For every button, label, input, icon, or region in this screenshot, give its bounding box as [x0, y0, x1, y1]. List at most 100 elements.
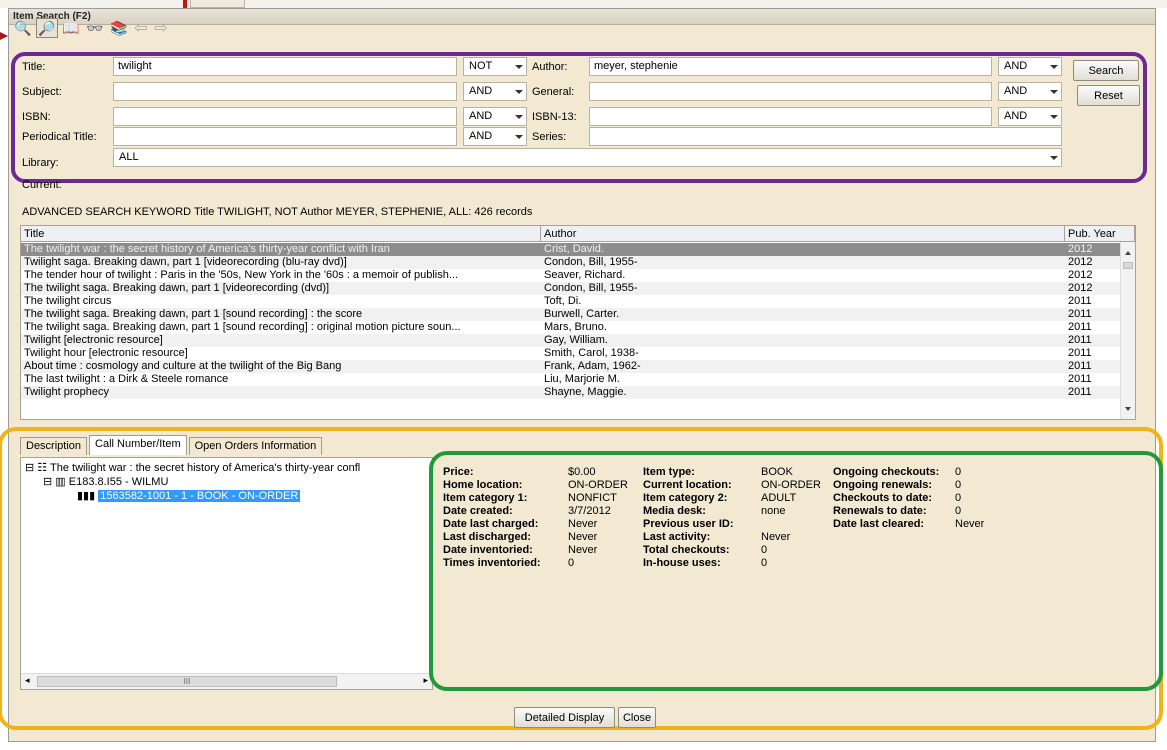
detail-value: 0: [955, 492, 962, 504]
detail-value: 0: [955, 479, 962, 491]
back-arrow-icon[interactable]: ⇦: [132, 18, 150, 38]
table-row[interactable]: About time : cosmology and culture at th…: [21, 360, 1121, 373]
detail-value: 0: [761, 544, 768, 556]
cell-year: 2011: [1068, 321, 1092, 333]
detail-value: 0: [568, 557, 575, 569]
isbn13-operator-select[interactable]: AND: [998, 107, 1062, 126]
detail-key: Date inventoried:: [443, 544, 533, 556]
tab-description[interactable]: Description: [20, 437, 88, 455]
tree-item[interactable]: ▮▮▮ 1563582-1001 - 1 - BOOK - ON-ORDER: [77, 489, 301, 502]
chevron-down-icon: [515, 65, 523, 69]
forward-arrow-icon[interactable]: ⇨: [152, 18, 170, 38]
author-operator-select[interactable]: AND: [998, 57, 1062, 76]
column-header-pub-year[interactable]: Pub. Year: [1065, 226, 1135, 242]
series-input[interactable]: [589, 127, 1062, 146]
isbn-operator-select[interactable]: AND: [463, 107, 527, 126]
isbn-label: ISBN:: [22, 111, 51, 123]
tree-call-number-label: E183.8.I55 - WILMU: [68, 476, 169, 488]
cell-title: Twilight hour [electronic resource]: [24, 347, 188, 359]
title-operator-value: NOT: [469, 60, 493, 72]
advanced-search-tool-icon[interactable]: 🔍: [12, 18, 34, 38]
detail-key: Media desk:: [643, 505, 706, 517]
back-glyph: ⇦: [134, 20, 148, 37]
cell-title: The twilight saga. Breaking dawn, part 1…: [24, 321, 461, 333]
browse-glyph: 📚: [110, 19, 128, 36]
table-row[interactable]: Twilight [electronic resource] Gay, Willi…: [21, 334, 1121, 347]
tree-call-number[interactable]: ⊟ ▥ E183.8.I55 - WILMU: [43, 475, 168, 488]
table-row[interactable]: The twilight saga. Breaking dawn, part 1…: [21, 282, 1121, 295]
chevron-down-icon: [1050, 115, 1058, 119]
browse-icon[interactable]: 📚: [108, 18, 130, 38]
detail-key: Total checkouts:: [643, 544, 730, 556]
scroll-up-icon[interactable]: [1125, 251, 1131, 255]
cell-author: Seaver, Richard.: [544, 269, 626, 281]
glasses-icon[interactable]: 👓: [84, 18, 106, 38]
detail-value: $0.00: [568, 466, 596, 478]
reset-button[interactable]: Reset: [1077, 85, 1140, 106]
subject-input[interactable]: [113, 82, 457, 101]
scroll-down-icon[interactable]: [1125, 407, 1131, 411]
table-row[interactable]: The twilight saga. Breaking dawn, part 1…: [21, 308, 1121, 321]
detail-key: In-house uses:: [643, 557, 721, 569]
table-row[interactable]: The twilight saga. Breaking dawn, part 1…: [21, 321, 1121, 334]
detailed-display-button[interactable]: Detailed Display: [514, 707, 615, 728]
binoculars-icon[interactable]: 🔎: [36, 18, 58, 38]
title-operator-select[interactable]: NOT: [463, 57, 527, 76]
isbn13-input[interactable]: [589, 107, 992, 126]
subject-label: Subject:: [22, 86, 62, 98]
table-row[interactable]: The tender hour of twilight : Paris in t…: [21, 269, 1121, 282]
library-label: Library:: [22, 157, 59, 169]
periodical-operator-select[interactable]: AND: [463, 127, 527, 146]
cell-title: Twilight [electronic resource]: [24, 334, 163, 346]
isbn13-label: ISBN-13:: [532, 111, 577, 123]
general-input[interactable]: [589, 82, 992, 101]
detail-key: Current location:: [643, 479, 732, 491]
isbn-input[interactable]: [113, 107, 457, 126]
detail-key: Item category 2:: [643, 492, 728, 504]
title-label: Title:: [22, 61, 46, 73]
periodical-operator-value: AND: [469, 130, 493, 142]
tab-call-number-item[interactable]: Call Number/Item: [89, 435, 187, 455]
subject-operator-value: AND: [469, 85, 493, 97]
periodical-title-input[interactable]: [113, 127, 457, 146]
tree-collapse-icon[interactable]: ⊟: [43, 476, 52, 488]
scroll-thumb[interactable]: [1123, 262, 1133, 269]
close-button[interactable]: Close: [618, 707, 656, 728]
detail-value: BOOK: [761, 466, 793, 478]
forward-glyph: ⇨: [154, 20, 168, 37]
table-row[interactable]: The last twilight : a Dirk & Steele roma…: [21, 373, 1121, 386]
isbn13-operator-value: AND: [1004, 110, 1028, 122]
tree-scroll-thumb[interactable]: III: [37, 676, 337, 687]
scroll-left-icon[interactable]: ◂: [25, 675, 30, 686]
cell-title: Twilight prophecy: [24, 386, 109, 398]
tree-hscrollbar[interactable]: ◂ III ▸: [21, 673, 432, 689]
cell-author: Frank, Adam, 1962-: [544, 360, 641, 372]
tab-open-orders[interactable]: Open Orders Information: [188, 437, 323, 455]
detail-value: Never: [568, 518, 598, 530]
table-row[interactable]: Twilight saga. Breaking dawn, part 1 [vi…: [21, 256, 1121, 269]
library-select[interactable]: ALL: [113, 148, 1062, 167]
results-scrollbar[interactable]: [1120, 242, 1135, 419]
column-header-author[interactable]: Author: [541, 226, 1065, 242]
tree-root[interactable]: ⊟ ☷ The twilight war : the secret histor…: [25, 461, 360, 474]
subject-operator-select[interactable]: AND: [463, 82, 527, 101]
detail-value: none: [761, 505, 786, 517]
detail-key: Date last cleared:: [833, 518, 925, 530]
cell-year: 2011: [1068, 347, 1092, 359]
author-input[interactable]: meyer, stephenie: [589, 57, 992, 76]
general-operator-select[interactable]: AND: [998, 82, 1062, 101]
table-row[interactable]: Twilight hour [electronic resource] Smith…: [21, 347, 1121, 360]
item-search-glyph: 📖: [62, 19, 80, 36]
table-row[interactable]: The twilight circus Toft, Di. 2011: [21, 295, 1121, 308]
item-search-icon[interactable]: 📖: [60, 18, 82, 38]
table-row[interactable]: Twilight prophecy Shayne, Maggie. 2011: [21, 386, 1121, 399]
search-button[interactable]: Search: [1073, 60, 1139, 81]
author-operator-value: AND: [1004, 60, 1028, 72]
cell-author: Condon, Bill, 1955-: [544, 282, 638, 294]
column-header-title[interactable]: Title: [21, 226, 541, 242]
tree-collapse-icon[interactable]: ⊟: [25, 462, 34, 474]
isbn-operator-value: AND: [469, 110, 493, 122]
table-row[interactable]: The twilight war : the secret history of…: [21, 243, 1121, 256]
scroll-right-icon[interactable]: ▸: [423, 675, 428, 686]
title-input[interactable]: twilight: [113, 57, 457, 76]
